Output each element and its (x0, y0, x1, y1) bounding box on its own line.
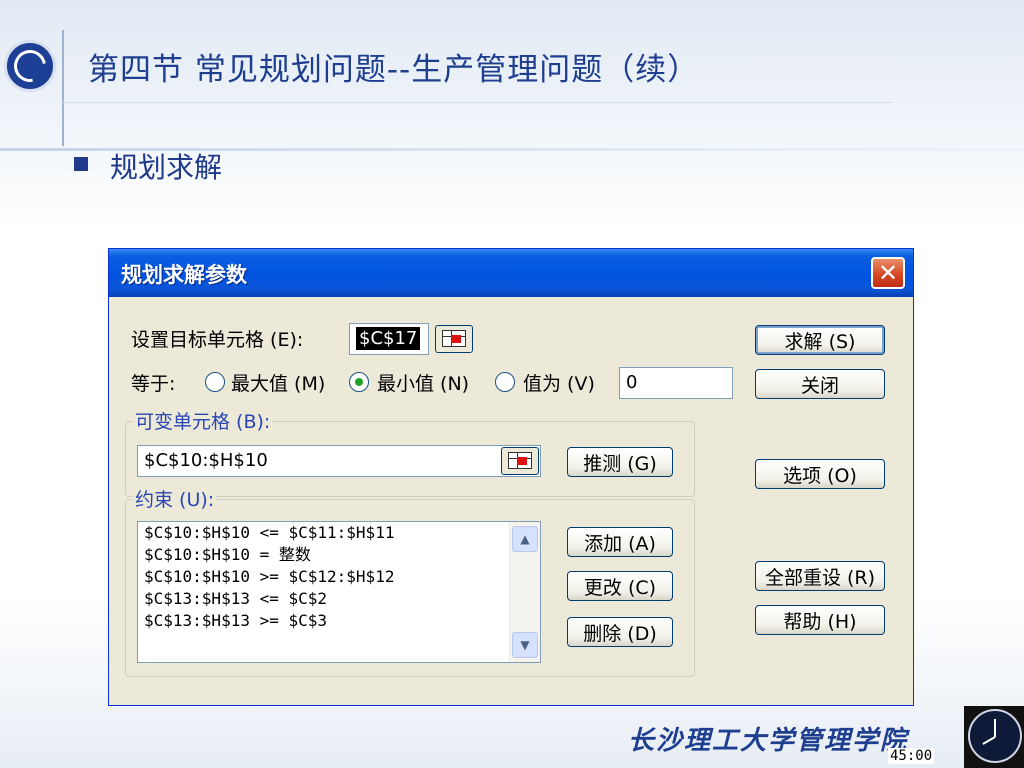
equal-to-label: 等于: (131, 373, 176, 395)
changing-cells-input[interactable]: $C$10:$H$10 (137, 445, 541, 477)
list-item[interactable]: $C$10:$H$10 <= $C$11:$H$11 (138, 522, 540, 544)
target-cell-value: $C$17 (356, 327, 421, 350)
radio-max[interactable] (205, 372, 225, 392)
solver-parameters-dialog: 规划求解参数 ✕ 设置目标单元格 (E): $C$17 等于: 最大值 (M) … (108, 248, 914, 706)
page-title: 第四节 常见规划问题--生产管理问题（续） (88, 52, 700, 88)
radio-value-of[interactable] (495, 372, 515, 392)
list-item[interactable]: $C$10:$H$10 = 整数 (138, 544, 540, 566)
changing-cells-label: 可变单元格 (B): (133, 407, 273, 434)
solve-button[interactable]: 求解 (S) (755, 325, 885, 355)
target-cell-picker-button[interactable] (435, 325, 473, 353)
change-button[interactable]: 更改 (C) (567, 571, 673, 601)
radio-value-of-label: 值为 (V) (523, 373, 595, 395)
dialog-title: 规划求解参数 (121, 263, 247, 287)
target-cell-label: 设置目标单元格 (E): (131, 329, 304, 351)
add-button[interactable]: 添加 (A) (567, 527, 673, 557)
radio-max-label: 最大值 (M) (231, 373, 326, 395)
constraints-label: 约束 (U): (133, 485, 217, 512)
list-item[interactable]: $C$10:$H$10 >= $C$12:$H$12 (138, 566, 540, 588)
constraints-scrollbar[interactable]: ▲ ▼ (509, 522, 540, 662)
scroll-up-icon[interactable]: ▲ (512, 526, 538, 552)
countdown-timer: 45:00 (888, 748, 935, 764)
clock-icon (964, 706, 1024, 768)
university-logo (4, 40, 56, 92)
reset-all-button[interactable]: 全部重设 (R) (755, 561, 885, 591)
bullet-square-icon (74, 157, 88, 171)
radio-min[interactable] (349, 372, 369, 392)
delete-button[interactable]: 删除 (D) (567, 617, 673, 647)
dialog-titlebar[interactable]: 规划求解参数 ✕ (109, 249, 913, 297)
options-button[interactable]: 选项 (O) (755, 459, 885, 489)
guess-button[interactable]: 推测 (G) (567, 447, 673, 477)
footer-text: 长沙理工大学管理学院 (628, 726, 909, 756)
scroll-down-icon[interactable]: ▼ (512, 632, 538, 658)
changing-cells-picker-button[interactable] (501, 447, 539, 475)
list-item[interactable]: $C$13:$H$13 >= $C$3 (138, 610, 540, 632)
header-divider (62, 30, 64, 146)
bullet-text: 规划求解 (110, 151, 223, 184)
help-button[interactable]: 帮助 (H) (755, 605, 885, 635)
close-button[interactable]: 关闭 (755, 369, 885, 399)
title-underline (62, 102, 892, 103)
constraints-list[interactable]: $C$10:$H$10 <= $C$11:$H$11 $C$10:$H$10 =… (137, 521, 541, 663)
value-of-input[interactable]: 0 (619, 367, 733, 399)
close-icon[interactable]: ✕ (871, 257, 905, 289)
list-item[interactable]: $C$13:$H$13 <= $C$2 (138, 588, 540, 610)
target-cell-input[interactable]: $C$17 (349, 323, 429, 355)
radio-min-label: 最小值 (N) (377, 373, 470, 395)
